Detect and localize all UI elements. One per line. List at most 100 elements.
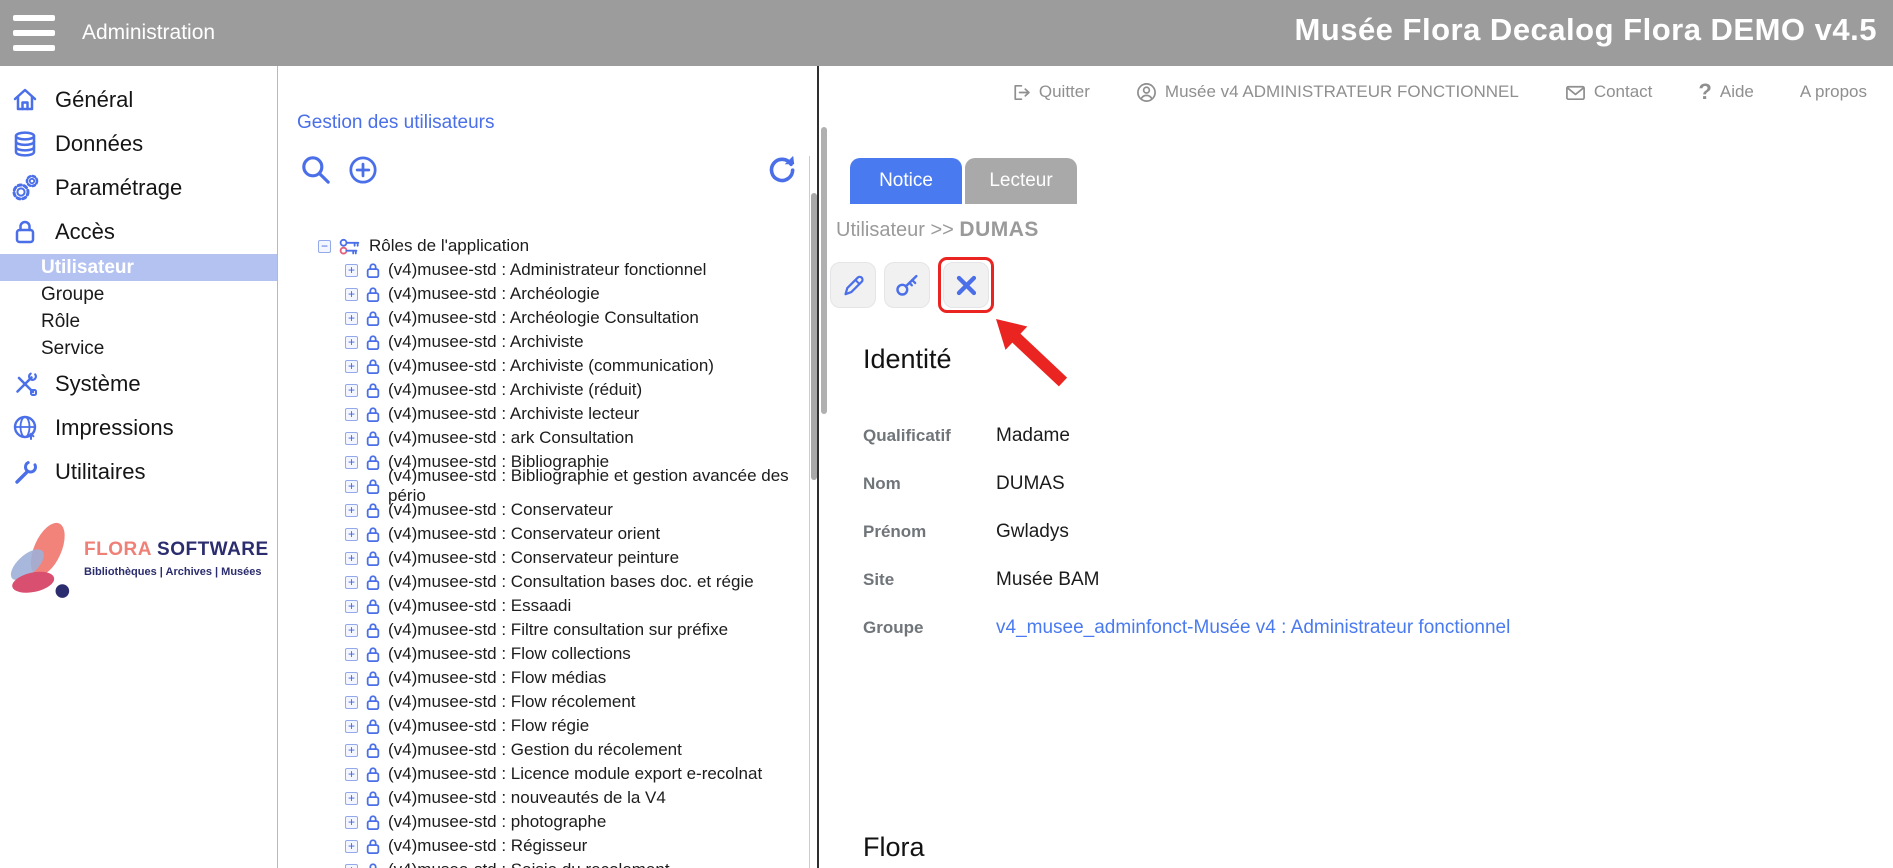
tree-node-role[interactable]: + (v4)musee-std : Conservateur orient <box>278 522 818 546</box>
tree-node-role[interactable]: + (v4)musee-std : Archéologie Consultati… <box>278 306 818 330</box>
expand-toggle-icon[interactable]: + <box>345 576 358 589</box>
tree-node-role[interactable]: + (v4)musee-std : nouveautés de la V4 <box>278 786 818 810</box>
refresh-icon <box>763 150 799 186</box>
tree-node-role[interactable]: + (v4)musee-std : Régisseur <box>278 834 818 858</box>
role-lock-icon <box>365 765 381 783</box>
tree-scrollbar-track[interactable] <box>809 156 810 868</box>
tree-node-label: (v4)musee-std : Conservateur <box>388 500 613 520</box>
role-lock-icon <box>365 333 381 351</box>
tree-node-role[interactable]: + (v4)musee-std : Filtre consultation su… <box>278 618 818 642</box>
sidebar-item-acces[interactable]: Accès <box>0 210 277 254</box>
tree-node-role[interactable]: + (v4)musee-std : Archiviste <box>278 330 818 354</box>
expand-toggle-icon[interactable]: + <box>345 768 358 781</box>
edit-button[interactable] <box>830 262 876 308</box>
field-value: Madame <box>996 425 1070 447</box>
sidebar-item-donnees[interactable]: Données <box>0 122 277 166</box>
tree-node-role[interactable]: + (v4)musee-std : Flow régie <box>278 714 818 738</box>
role-lock-icon <box>365 453 381 471</box>
hamburger-menu-icon[interactable] <box>13 15 55 51</box>
expand-toggle-icon[interactable]: + <box>345 456 358 469</box>
tree-node-role[interactable]: + (v4)musee-std : Archéologie <box>278 282 818 306</box>
tree-node-label: (v4)musee-std : Archiviste (réduit) <box>388 380 642 400</box>
tree-node-role[interactable]: + (v4)musee-std : Consultation bases doc… <box>278 570 818 594</box>
sidebar-subitem[interactable]: Service <box>0 335 277 362</box>
tree-node-role[interactable]: + (v4)musee-std : Saisie du recolement <box>278 858 818 868</box>
expand-toggle-icon[interactable]: + <box>345 480 358 493</box>
tree-node-role[interactable]: + (v4)musee-std : Bibliographie et gesti… <box>278 474 818 498</box>
expand-toggle-icon[interactable]: + <box>345 384 358 397</box>
tree-node-role[interactable]: + (v4)musee-std : Flow médias <box>278 666 818 690</box>
tree-node-role[interactable]: + (v4)musee-std : Archiviste lecteur <box>278 402 818 426</box>
tree-node-role[interactable]: + (v4)musee-std : ark Consultation <box>278 426 818 450</box>
tab-lecteur[interactable]: Lecteur <box>965 158 1077 204</box>
delete-button[interactable] <box>943 262 989 308</box>
collapse-toggle-icon[interactable]: − <box>318 240 331 253</box>
expand-toggle-icon[interactable]: + <box>345 408 358 421</box>
tree-node-role[interactable]: + (v4)musee-std : Flow récolement <box>278 690 818 714</box>
sidebar-subitem[interactable]: Groupe <box>0 281 277 308</box>
expand-toggle-icon[interactable]: + <box>345 312 358 325</box>
tree-node-label: (v4)musee-std : Conservateur orient <box>388 524 660 544</box>
app-title: Musée Flora Decalog Flora DEMO v4.5 <box>1294 12 1877 48</box>
sidebar-item-systeme[interactable]: Système <box>0 362 277 406</box>
role-lock-icon <box>365 837 381 855</box>
tree-node-label: (v4)musee-std : Flow médias <box>388 668 606 688</box>
expand-toggle-icon[interactable]: + <box>345 360 358 373</box>
tree-node-role[interactable]: + (v4)musee-std : Gestion du récolement <box>278 738 818 762</box>
tree-node-role[interactable]: + (v4)musee-std : Licence module export … <box>278 762 818 786</box>
identity-fields: Qualificatif Madame Nom DUMAS Prénom Gwl… <box>863 425 1510 637</box>
role-lock-icon <box>365 477 381 495</box>
tree-node-role[interactable]: + (v4)musee-std : Flow collections <box>278 642 818 666</box>
expand-toggle-icon[interactable]: + <box>345 528 358 541</box>
identity-field-row: Prénom Gwladys <box>863 521 1510 541</box>
role-lock-icon <box>365 573 381 591</box>
sidebar-item-impressions[interactable]: Impressions <box>0 406 277 450</box>
role-lock-icon <box>365 645 381 663</box>
expand-toggle-icon[interactable]: + <box>345 720 358 733</box>
expand-toggle-icon[interactable]: + <box>345 264 358 277</box>
role-lock-icon <box>365 309 381 327</box>
sidebar-item-parametrage[interactable]: Paramétrage <box>0 166 277 210</box>
tree-root[interactable]: − Rôles de l'application <box>278 234 818 258</box>
tree-node-label: (v4)musee-std : Archiviste (communicatio… <box>388 356 714 376</box>
role-lock-icon <box>365 813 381 831</box>
sidebar-subitem[interactable]: Rôle <box>0 308 277 335</box>
expand-toggle-icon[interactable]: + <box>345 864 358 868</box>
expand-toggle-icon[interactable]: + <box>345 552 358 565</box>
expand-toggle-icon[interactable]: + <box>345 840 358 853</box>
tree-node-label: (v4)musee-std : nouveautés de la V4 <box>388 788 666 808</box>
sidebar-subitem[interactable]: Utilisateur <box>0 254 277 281</box>
refresh-button[interactable] <box>762 149 800 187</box>
role-lock-icon <box>365 597 381 615</box>
expand-toggle-icon[interactable]: + <box>345 672 358 685</box>
tab-notice[interactable]: Notice <box>850 158 962 204</box>
expand-toggle-icon[interactable]: + <box>345 432 358 445</box>
tree-node-role[interactable]: + (v4)musee-std : Archiviste (communicat… <box>278 354 818 378</box>
field-label: Nom <box>863 474 996 494</box>
field-label: Groupe <box>863 618 996 638</box>
expand-toggle-icon[interactable]: + <box>345 504 358 517</box>
add-button[interactable] <box>344 151 382 189</box>
tree-node-role[interactable]: + (v4)musee-std : Conservateur peinture <box>278 546 818 570</box>
password-button[interactable] <box>884 262 930 308</box>
tree-node-role[interactable]: + (v4)musee-std : photographe <box>278 810 818 834</box>
expand-toggle-icon[interactable]: + <box>345 648 358 661</box>
search-button[interactable] <box>297 151 335 189</box>
sidebar-item-general[interactable]: Général <box>0 78 277 122</box>
globe-icon <box>10 413 40 443</box>
expand-toggle-icon[interactable]: + <box>345 744 358 757</box>
expand-toggle-icon[interactable]: + <box>345 624 358 637</box>
expand-toggle-icon[interactable]: + <box>345 336 358 349</box>
tree-node-role[interactable]: + (v4)musee-std : Essaadi <box>278 594 818 618</box>
expand-toggle-icon[interactable]: + <box>345 816 358 829</box>
expand-toggle-icon[interactable]: + <box>345 288 358 301</box>
sidebar-item-utilitaires[interactable]: Utilitaires <box>0 450 277 494</box>
tree-root-label: Rôles de l'application <box>369 236 529 256</box>
identity-field-row: Site Musée BAM <box>863 569 1510 589</box>
detail-tabs: Notice Lecteur <box>850 158 1893 204</box>
tree-node-role[interactable]: + (v4)musee-std : Administrateur fonctio… <box>278 258 818 282</box>
expand-toggle-icon[interactable]: + <box>345 696 358 709</box>
expand-toggle-icon[interactable]: + <box>345 600 358 613</box>
tree-node-role[interactable]: + (v4)musee-std : Archiviste (réduit) <box>278 378 818 402</box>
expand-toggle-icon[interactable]: + <box>345 792 358 805</box>
